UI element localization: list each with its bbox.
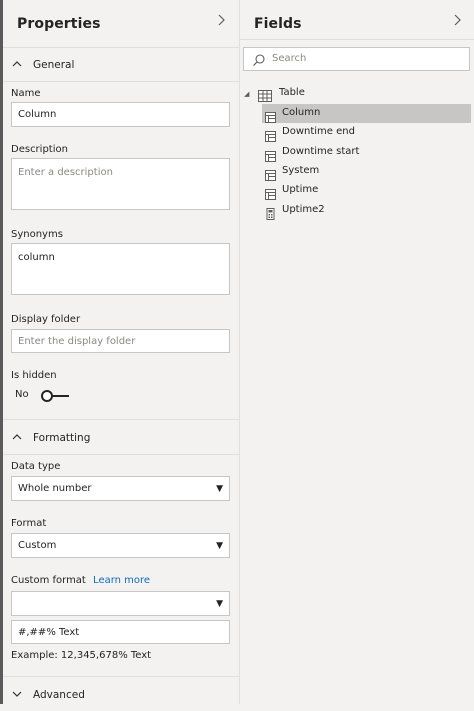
custom-format-select[interactable]: ▼ xyxy=(11,591,230,616)
field-item-system[interactable]: System xyxy=(262,162,471,181)
dropdown-arrow-icon: ▼ xyxy=(216,598,223,609)
divider xyxy=(3,81,239,82)
search-icon xyxy=(252,52,266,71)
advanced-section-label: Advanced xyxy=(33,689,85,701)
field-name: Downtime start xyxy=(282,146,360,157)
general-section-header[interactable]: General xyxy=(3,51,239,81)
search-placeholder: Search xyxy=(272,53,307,64)
divider xyxy=(240,39,474,40)
advanced-section-header[interactable]: Advanced xyxy=(3,681,239,711)
name-label: Name xyxy=(11,88,41,99)
custom-format-field[interactable]: #,##% Text xyxy=(11,620,230,644)
table-node[interactable]: ◢ Table xyxy=(244,86,470,102)
divider xyxy=(3,454,239,455)
format-label: Format xyxy=(11,518,47,529)
divider xyxy=(3,676,239,677)
description-field[interactable]: Enter a description xyxy=(11,158,230,210)
field-item-column[interactable]: Column xyxy=(262,104,471,123)
field-item-uptime[interactable]: Uptime xyxy=(262,181,471,200)
table-name: Table xyxy=(279,87,305,98)
toggle-track xyxy=(52,395,69,397)
display-folder-field[interactable]: Enter the display folder xyxy=(11,329,230,353)
dropdown-arrow-icon: ▼ xyxy=(216,540,223,551)
format-example: Example: 12,345,678% Text xyxy=(11,650,152,661)
divider xyxy=(3,419,239,420)
fields-title: Fields xyxy=(254,16,302,32)
field-name: System xyxy=(282,165,320,176)
search-input[interactable]: Search xyxy=(243,47,470,71)
properties-pane: Properties General Name Column Descripti… xyxy=(3,0,239,704)
data-type-value: Whole number xyxy=(18,483,92,494)
general-section-label: General xyxy=(33,59,75,71)
is-hidden-label: Is hidden xyxy=(11,370,57,381)
learn-more-link[interactable]: Learn more xyxy=(93,575,150,586)
chevron-right-icon[interactable] xyxy=(216,12,226,31)
chevron-right-icon[interactable] xyxy=(452,12,462,31)
properties-title: Properties xyxy=(17,16,101,32)
field-item-downtime-start[interactable]: Downtime start xyxy=(262,143,471,162)
field-name: Downtime end xyxy=(282,126,355,137)
dropdown-arrow-icon: ▼ xyxy=(216,483,223,494)
is-hidden-value: No xyxy=(15,389,29,400)
divider xyxy=(3,47,239,48)
calculator-icon xyxy=(265,205,276,224)
name-field[interactable]: Column xyxy=(11,102,230,127)
chevron-up-icon xyxy=(11,58,23,70)
field-name: Uptime xyxy=(282,184,319,195)
expand-triangle-icon[interactable]: ◢ xyxy=(244,90,249,98)
formatting-section-label: Formatting xyxy=(33,432,91,444)
formatting-section-header[interactable]: Formatting xyxy=(3,424,239,454)
display-folder-label: Display folder xyxy=(11,314,81,325)
fields-pane: Fields Search ◢ Table Column Downtime en… xyxy=(240,0,474,704)
custom-format-label-row: Custom format Learn more xyxy=(11,575,150,586)
synonyms-label: Synonyms xyxy=(11,229,63,240)
is-hidden-toggle[interactable] xyxy=(41,390,71,402)
field-name: Uptime2 xyxy=(282,204,325,215)
chevron-up-icon xyxy=(11,431,23,443)
chevron-down-icon xyxy=(11,688,23,700)
data-type-select[interactable]: Whole number ▼ xyxy=(11,476,230,501)
synonyms-field[interactable]: column xyxy=(11,243,230,295)
description-label: Description xyxy=(11,144,68,155)
format-select[interactable]: Custom ▼ xyxy=(11,533,230,558)
field-name: Column xyxy=(282,107,321,118)
data-type-label: Data type xyxy=(11,461,61,472)
custom-format-label: Custom format xyxy=(11,575,86,586)
field-item-uptime2[interactable]: Uptime2 xyxy=(262,201,471,220)
field-item-downtime-end[interactable]: Downtime end xyxy=(262,123,471,142)
format-value: Custom xyxy=(18,540,57,551)
